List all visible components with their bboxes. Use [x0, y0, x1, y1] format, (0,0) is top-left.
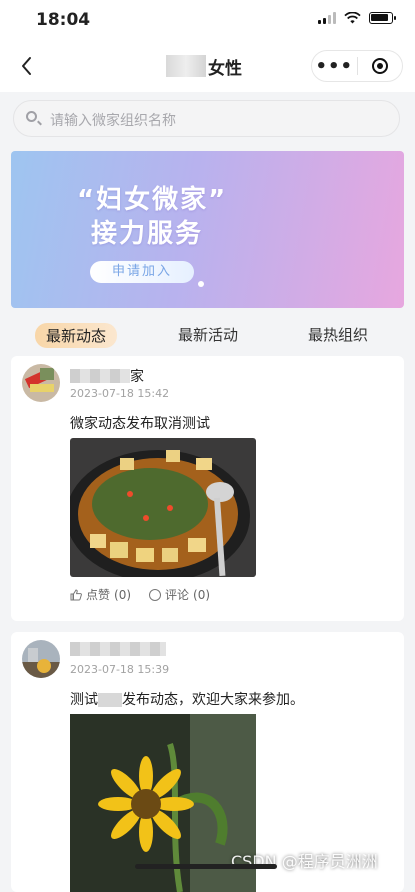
- status-bar: 18:04: [0, 0, 415, 40]
- post-date: 2023-07-18 15:42: [70, 387, 170, 400]
- post-author: [70, 642, 166, 656]
- banner-title-line2: 接力服务: [91, 219, 204, 249]
- post-content: 微家动态发布取消测试: [70, 416, 210, 432]
- post-content-suffix: 发布动态，欢迎大家来参加。: [122, 692, 304, 708]
- more-dots-icon[interactable]: •••: [312, 56, 357, 77]
- banner-title-line1: “妇女微家”: [77, 185, 228, 215]
- banner-indicator-dot: [198, 281, 204, 287]
- post-content: 测试 发布动态，欢迎大家来参加。: [70, 689, 304, 709]
- wifi-icon: [344, 12, 361, 24]
- close-miniapp-button[interactable]: [357, 58, 402, 74]
- status-time: 18:04: [36, 10, 91, 30]
- like-button[interactable]: 点赞 (0): [70, 586, 131, 603]
- post-image[interactable]: [70, 438, 256, 577]
- post-author: 家: [70, 366, 144, 386]
- signal-icon: [318, 12, 336, 24]
- page-title-text: 女性: [208, 58, 242, 79]
- tab-latest-news[interactable]: 最新动态: [35, 323, 118, 348]
- like-count: (0): [114, 587, 132, 602]
- tab-hot-organizations[interactable]: 最热组织: [308, 324, 368, 345]
- status-icons: [318, 12, 396, 24]
- search-placeholder: 请输入微家组织名称: [50, 113, 176, 129]
- comment-bubble-icon: [149, 588, 162, 601]
- avatar[interactable]: [22, 640, 60, 678]
- post-card[interactable]: 家 2023-07-18 15:42 微家动态发布取消测试 点赞 (0) 评论 …: [11, 356, 404, 621]
- comment-button[interactable]: 评论 (0): [149, 586, 210, 603]
- chevron-left-icon: [22, 57, 31, 75]
- heart-car-illustration: [250, 306, 350, 308]
- avatar[interactable]: [22, 364, 60, 402]
- feed-tabs: 最新动态 最新活动 最热组织: [11, 318, 404, 350]
- like-label: 点赞: [86, 588, 111, 602]
- post-date: 2023-07-18 15:39: [70, 663, 170, 676]
- miniapp-capsule: •••: [311, 50, 403, 82]
- nav-bar: 女性 •••: [0, 40, 415, 92]
- apply-join-button[interactable]: 申请加入: [90, 261, 194, 283]
- back-button[interactable]: [14, 52, 42, 80]
- thumbs-up-icon: [70, 588, 82, 600]
- blurred-name: [70, 642, 166, 656]
- home-indicator: [135, 864, 277, 869]
- blurred-name: [70, 369, 130, 383]
- search-icon: [26, 111, 37, 122]
- tab-latest-activities[interactable]: 最新活动: [178, 324, 238, 345]
- search-input[interactable]: 请输入微家组织名称: [13, 100, 400, 137]
- post-author-suffix: 家: [130, 369, 144, 385]
- post-content-prefix: 测试: [70, 692, 98, 708]
- post-actions: 点赞 (0) 评论 (0): [70, 586, 210, 603]
- battery-icon: [369, 12, 396, 24]
- promo-banner[interactable]: “妇女微家” 接力服务 申请加入: [11, 151, 404, 308]
- blurred-text: [98, 693, 122, 707]
- blurred-name: [166, 55, 206, 77]
- comment-count: (0): [193, 587, 211, 602]
- target-ring-icon: [371, 58, 388, 74]
- comment-label: 评论: [165, 588, 190, 602]
- page-title: 女性: [166, 54, 242, 79]
- banner-title: “妇女微家” 接力服务: [77, 183, 227, 251]
